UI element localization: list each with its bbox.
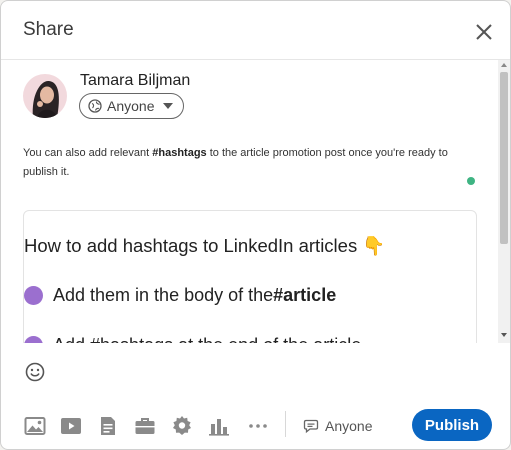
comment-audience-label: Anyone <box>325 418 373 434</box>
emoji-icon[interactable] <box>24 361 46 383</box>
post-caption: You can also add relevant #hashtags to t… <box>23 144 463 182</box>
caption-text-start: You can also add relevant <box>23 147 153 159</box>
photo-icon[interactable] <box>23 414 47 438</box>
globe-icon <box>88 99 102 113</box>
dialog-header: Share <box>1 1 510 60</box>
publish-button[interactable]: Publish <box>412 409 492 441</box>
share-toolbar: Anyone Publish <box>1 405 510 445</box>
caret-down-icon <box>163 103 174 109</box>
content-scrollbar[interactable] <box>498 60 510 343</box>
badge-icon[interactable] <box>170 414 194 438</box>
purple-circle-icon <box>24 286 43 305</box>
audience-label: Anyone <box>107 98 155 114</box>
article-point-1-text: Add them in the body of the <box>53 285 274 305</box>
close-icon[interactable] <box>473 21 495 43</box>
scrollbar-thumb[interactable] <box>500 72 508 244</box>
poll-icon[interactable] <box>207 414 231 438</box>
article-point-1-bold: #article <box>273 285 337 305</box>
article-preview-card[interactable]: How to add hashtags to LinkedIn articles… <box>23 210 477 343</box>
toolbar-divider <box>285 411 286 437</box>
more-icon[interactable] <box>246 414 270 438</box>
article-point-1: Add them in the body of the #article <box>24 285 336 306</box>
document-icon[interactable] <box>96 414 120 438</box>
share-dialog: Share Tamara Biljman Anyone You can also… <box>0 0 511 450</box>
scroll-up-icon[interactable] <box>501 63 507 67</box>
dialog-title: Share <box>23 19 74 40</box>
article-title: How to add hashtags to LinkedIn articles… <box>24 235 386 256</box>
post-content-area[interactable]: Tamara Biljman Anyone You can also add r… <box>1 60 498 343</box>
article-point-2-text: Add #hashtags at the end of the article <box>53 335 361 343</box>
profile-photo <box>23 74 67 118</box>
video-icon[interactable] <box>59 414 83 438</box>
author-name: Tamara Biljman <box>80 72 191 89</box>
comment-audience-button[interactable]: Anyone <box>303 415 372 437</box>
briefcase-icon[interactable] <box>133 414 157 438</box>
comment-icon <box>303 419 319 434</box>
avatar <box>23 74 67 118</box>
audience-selector-button[interactable]: Anyone <box>79 93 185 119</box>
scroll-down-icon[interactable] <box>501 333 507 337</box>
caption-hashtag: #hashtags <box>152 147 207 159</box>
article-point-2: Add #hashtags at the end of the article <box>24 335 361 343</box>
online-status-dot <box>467 177 475 185</box>
purple-circle-icon <box>24 336 43 343</box>
